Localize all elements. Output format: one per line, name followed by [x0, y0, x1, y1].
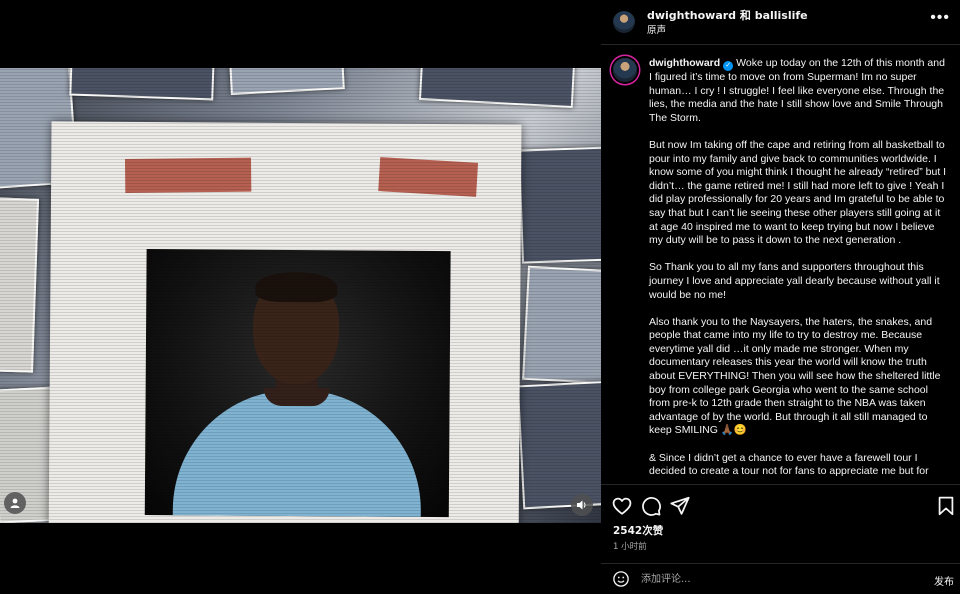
post-comment-button[interactable]: 发布 [934, 573, 954, 588]
media-viewer[interactable] [0, 0, 601, 593]
caption-username[interactable]: dwighthoward [649, 57, 720, 69]
post-panel: dwighthoward 和 ballislife 原声 ••• dwighth… [601, 0, 960, 593]
portrait-collar [263, 387, 330, 407]
collage-photo [418, 68, 576, 108]
caption-paragraph: So Thank you to all my fans and supporte… [649, 261, 940, 301]
comment-input[interactable] [641, 568, 911, 590]
action-bar [601, 484, 960, 525]
video-frame[interactable] [0, 68, 601, 523]
tape-strip [124, 157, 252, 193]
comment-button[interactable] [640, 495, 662, 517]
verified-icon: ✓ [723, 61, 734, 71]
audio-toggle-button[interactable] [571, 494, 593, 516]
share-icon [670, 496, 690, 515]
comment-bar: 发布 [601, 563, 960, 594]
collage-photo [69, 68, 215, 101]
heart-icon [612, 497, 632, 515]
caption-paragraph: Also thank you to the Naysayers, the hat… [649, 315, 941, 437]
speaker-icon [577, 500, 586, 510]
avatar[interactable] [613, 11, 635, 33]
avatar[interactable] [613, 58, 637, 82]
portrait-photo [144, 249, 451, 518]
user-tag-icon [10, 498, 20, 508]
post-authors[interactable]: dwighthoward 和 ballislife [647, 7, 808, 23]
emoji-icon [613, 571, 629, 587]
caption-paragraph: & Since I didn’t get a chance to ever ha… [649, 451, 929, 478]
comment-icon [642, 497, 661, 516]
caption-paragraph: dwighthoward ✓ Woke up today on the 12th o… [649, 57, 945, 124]
tagged-users-button[interactable] [4, 492, 26, 514]
collage-photo [518, 146, 601, 264]
portrait-shirt [172, 389, 422, 518]
collage-photo [522, 265, 601, 385]
polaroid-frame [48, 121, 522, 523]
audio-label[interactable]: 原声 [647, 22, 666, 36]
collage-photo [229, 68, 345, 95]
save-button[interactable] [935, 495, 957, 517]
caption-paragraph: But now Im taking off the cape and retir… [649, 138, 947, 247]
post-timestamp[interactable]: 1 小时前 [613, 540, 647, 552]
collage-photo [0, 197, 40, 373]
emoji-button[interactable] [612, 570, 630, 588]
like-button[interactable] [611, 495, 633, 517]
bookmark-icon [938, 496, 954, 516]
post-header: dwighthoward 和 ballislife 原声 ••• [601, 0, 960, 45]
portrait-hair [255, 271, 338, 303]
caption-text: dwighthoward ✓ Woke up today on the 12th o… [649, 57, 947, 483]
tape-strip [378, 157, 479, 197]
likes-count[interactable]: 2542次赞 [613, 523, 663, 538]
share-button[interactable] [669, 495, 691, 517]
caption-scroll-area[interactable]: dwighthoward ✓ Woke up today on the 12th o… [601, 45, 960, 483]
collage-photo [516, 380, 601, 510]
more-options-button[interactable]: ••• [930, 10, 950, 26]
